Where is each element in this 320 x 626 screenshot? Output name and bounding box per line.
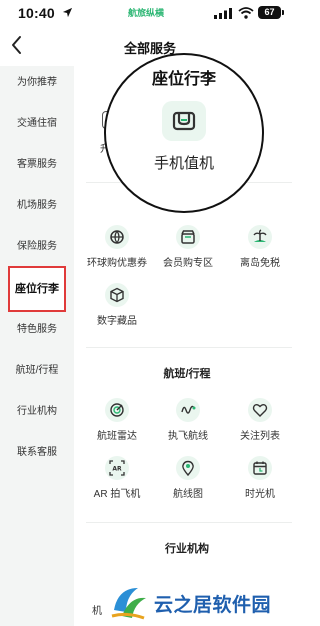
sidebar-item-contact[interactable]: 联系客服 [0, 441, 74, 465]
sidebar-item-recommend[interactable]: 为你推荐 [0, 71, 74, 95]
section-divider [86, 522, 292, 523]
member-shop-label: 会员购专区 [163, 258, 213, 269]
route-map-tile[interactable]: 航线图 [150, 456, 226, 508]
svg-text:AR: AR [112, 466, 122, 473]
mobile-checkin-label[interactable]: 手机值机 [106, 152, 262, 173]
globe-coupon-label: 环球购优惠券 [87, 258, 147, 269]
route-map-label: 航线图 [173, 489, 203, 500]
cube-icon [105, 283, 129, 307]
sidebar-item-industry[interactable]: 行业机构 [0, 400, 74, 424]
globe-icon [105, 225, 129, 249]
watermark-logo-icon [111, 588, 146, 620]
digital-collectible-tile[interactable]: 数字藏品 [79, 283, 155, 335]
island-dutyfree-tile[interactable]: 离岛免税 [222, 225, 298, 277]
back-chevron-icon[interactable] [8, 34, 26, 56]
time-machine-tile[interactable]: 时光机 [222, 456, 298, 508]
app-brand: 航旅纵横 [128, 8, 165, 18]
watermark-text: 云之居软件园 [154, 595, 272, 616]
sidebar-item-airport[interactable]: 机场服务 [0, 194, 74, 218]
heart-icon [248, 398, 272, 422]
flight-radar-label: 航班雷达 [97, 431, 137, 442]
calendar-icon [248, 456, 272, 480]
route-icon [176, 398, 200, 422]
signal-icon [214, 8, 232, 19]
member-shop-tile[interactable]: 会员购专区 [150, 225, 226, 277]
wifi-icon [238, 7, 254, 19]
island-icon [248, 225, 272, 249]
radar-icon [105, 398, 129, 422]
map-pin-icon [176, 456, 200, 480]
ar-icon: AR [105, 456, 129, 480]
sidebar-item-insurance[interactable]: 保险服务 [0, 235, 74, 259]
magnifier-overlay: 座位行李 手机值机 [104, 53, 264, 213]
sidebar-item-transport[interactable]: 交通住宿 [0, 112, 74, 136]
magnified-section-title: 座位行李 [151, 71, 216, 88]
industry-section-title: 行业机构 [165, 543, 209, 555]
section-divider [86, 347, 292, 348]
sidebar-item-seat-baggage[interactable]: 座位行李 [8, 266, 66, 312]
flight-section-title: 航班/行程 [163, 368, 211, 380]
watch-list-label: 关注列表 [240, 431, 280, 442]
watch-list-tile[interactable]: 关注列表 [222, 398, 298, 450]
sidebar-item-special[interactable]: 特色服务 [0, 318, 74, 342]
ar-plane-label: AR 拍飞机 [93, 489, 141, 500]
operated-route-tile[interactable]: 执飞航线 [150, 398, 226, 450]
location-arrow-icon [62, 7, 73, 18]
watermark: 云之居软件园 [104, 578, 300, 626]
flight-radar-tile[interactable]: 航班雷达 [79, 398, 155, 450]
sidebar-item-ticket[interactable]: 客票服务 [0, 153, 74, 177]
sidebar-item-flight[interactable]: 航班/行程 [0, 359, 74, 383]
status-time: 10:40 [18, 5, 55, 21]
battery-tip [282, 10, 284, 15]
seat-checkin-icon[interactable] [162, 101, 206, 141]
sidebar [0, 66, 74, 626]
island-dutyfree-label: 离岛免税 [240, 258, 280, 269]
shop-icon [176, 225, 200, 249]
industry-item-label[interactable]: 机 [92, 602, 102, 617]
digital-collectible-label: 数字藏品 [97, 316, 137, 327]
battery-level: 67 [258, 6, 281, 19]
operated-route-label: 执飞航线 [168, 431, 208, 442]
status-bar: 10:40 航旅纵横 67 [0, 0, 300, 26]
time-machine-label: 时光机 [245, 489, 275, 500]
globe-coupon-tile[interactable]: 环球购优惠券 [79, 225, 155, 277]
ar-plane-tile[interactable]: AR AR 拍飞机 [79, 456, 155, 508]
